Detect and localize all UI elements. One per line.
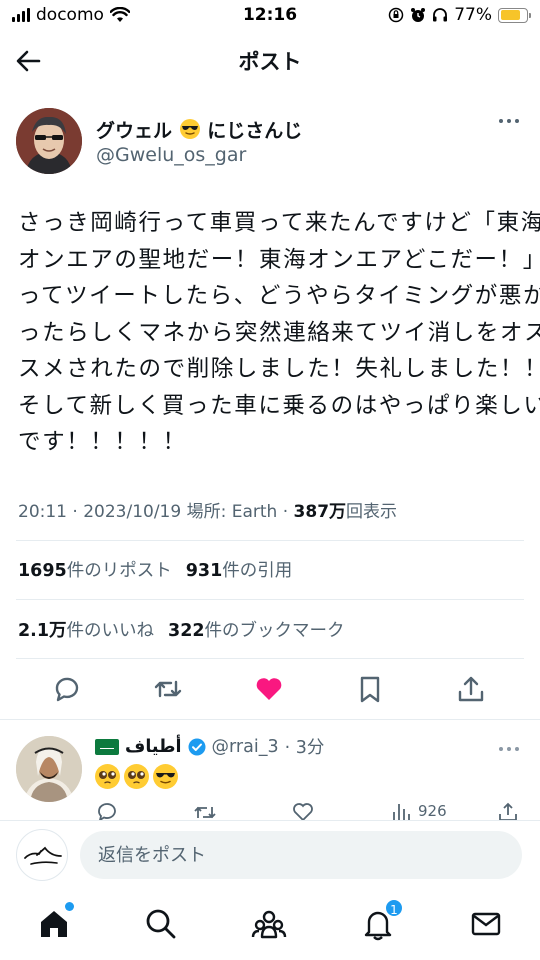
battery-icon (498, 7, 531, 23)
new-posts-dot (65, 902, 74, 911)
likes-stat[interactable]: 2.1万件のいいね (18, 621, 154, 641)
tweet-actions (0, 670, 540, 710)
nav-bar: ポスト (0, 34, 540, 86)
likes-count: 2.1万 (18, 621, 67, 641)
verified-badge-icon (188, 738, 206, 755)
reply-time: · 3分 (284, 738, 325, 758)
author-name[interactable]: グウェル にじさんじ (96, 116, 302, 143)
reply-header: أطياف @rrai_3 · 3分 (95, 734, 324, 759)
divider (0, 719, 540, 720)
stats-row-reposts: 1695件のリポスト 931件の引用 (18, 557, 292, 582)
sunglasses-emoji-icon (179, 119, 200, 139)
headphones-icon (433, 8, 448, 22)
quotes-stat[interactable]: 931件の引用 (186, 561, 293, 581)
divider (16, 658, 524, 659)
divider (16, 599, 524, 600)
repost-icon[interactable] (192, 800, 218, 820)
bookmarks-stat[interactable]: 322件のブックマーク (168, 621, 345, 641)
tab-messages[interactable] (468, 906, 504, 942)
quotes-label: 件の引用 (222, 561, 293, 581)
likes-label: 件のいいね (66, 621, 155, 641)
views-label: 回表示 (346, 502, 398, 522)
reply-author-handle[interactable]: @rrai_3 (212, 737, 279, 757)
reply-views-count: 926 (418, 802, 447, 820)
reply-actions: 926 (0, 798, 540, 820)
user-avatar[interactable] (16, 829, 68, 881)
share-icon[interactable] (496, 800, 520, 820)
reply-avatar[interactable] (16, 736, 82, 802)
tab-home[interactable] (36, 902, 74, 942)
tweet-text-line: そして新しく買った車に乗るのはやっぱり楽しい (18, 392, 540, 419)
pleading-face-icon (124, 764, 149, 789)
divider (16, 540, 524, 541)
screen-lock-icon (388, 7, 404, 23)
author-name-text: グウェル (96, 120, 173, 142)
battery-percent: 77% (454, 5, 492, 25)
tweet-text: さっき岡崎行って車買って来たんですけど「東海 オンエアの聖地だー！東海オンエアど… (18, 205, 540, 461)
tweet-text-line: です！！！！！ (18, 429, 187, 455)
share-icon[interactable] (454, 672, 488, 706)
like-icon[interactable] (252, 672, 286, 706)
reply-icon[interactable] (95, 800, 119, 820)
saudi-flag-icon (95, 738, 119, 755)
reply-compose-bar (0, 820, 540, 890)
tweet-text-line: ってツイートしたら、どうやらタイミングが悪か (18, 283, 540, 309)
tweet-text-line: オンエアの聖地だー！東海オンエアどこだー！」 (18, 246, 540, 273)
stats-row-likes: 2.1万件のいいね 322件のブックマーク (18, 617, 345, 642)
bookmarks-count: 322 (168, 621, 205, 641)
search-icon (146, 909, 176, 939)
alarm-icon (411, 8, 426, 22)
envelope-icon (471, 912, 501, 936)
reposts-count: 1695 (18, 561, 67, 581)
reposts-stat[interactable]: 1695件のリポスト (18, 561, 172, 581)
sunglasses-face-icon (153, 764, 178, 789)
author-handle[interactable]: @Gwelu_os_gar (96, 144, 246, 166)
battery-fill (500, 10, 520, 20)
tweet-meta: 20:11 · 2023/10/19 場所: Earth · 387万回表示 (18, 497, 397, 522)
tab-notifications[interactable]: 1 (360, 898, 404, 942)
status-right: 77% (388, 5, 531, 25)
page-title: ポスト (238, 50, 302, 74)
bottom-tab-bar: 1 (0, 894, 540, 960)
views-icon[interactable] (390, 800, 412, 820)
home-icon (41, 911, 67, 937)
repost-icon[interactable] (151, 672, 185, 706)
tweet-text-line: さっき岡崎行って車買って来たんですけど「東海 (18, 210, 540, 236)
tab-communities[interactable] (251, 906, 287, 942)
tweet-timestamp-location: 20:11 · 2023/10/19 場所: Earth · (18, 502, 294, 522)
tab-search[interactable] (143, 906, 179, 942)
notification-badge: 1 (384, 898, 404, 918)
more-options-icon[interactable] (498, 744, 520, 754)
author-avatar[interactable] (16, 108, 82, 174)
communities-icon (251, 910, 287, 939)
bookmarks-label: 件のブックマーク (204, 621, 345, 641)
bookmark-icon[interactable] (353, 672, 387, 706)
reply-input[interactable] (80, 831, 522, 879)
tweet-text-line: スメされたので削除しました！失礼しました！！ (18, 356, 540, 382)
pleading-face-icon (95, 764, 120, 789)
reply-text (95, 764, 178, 789)
author-name-suffix: にじさんじ (207, 120, 303, 142)
like-icon[interactable] (291, 800, 315, 820)
reposts-label: 件のリポスト (66, 561, 172, 581)
reply-tweet[interactable]: أطياف @rrai_3 · 3分 926 (0, 728, 540, 820)
tweet-text-line: ったらしくマネから突然連絡来てツイ消しをオス (18, 319, 540, 346)
quotes-count: 931 (185, 561, 223, 581)
more-options-icon[interactable] (498, 116, 520, 126)
reply-icon[interactable] (50, 672, 84, 706)
reply-author-name[interactable]: أطياف (125, 737, 182, 757)
tweet-author: グウェル にじさんじ @Gwelu_os_gar (16, 108, 526, 178)
views-count: 387万 (293, 502, 347, 522)
status-bar: docomo 12:16 77% (0, 0, 540, 32)
